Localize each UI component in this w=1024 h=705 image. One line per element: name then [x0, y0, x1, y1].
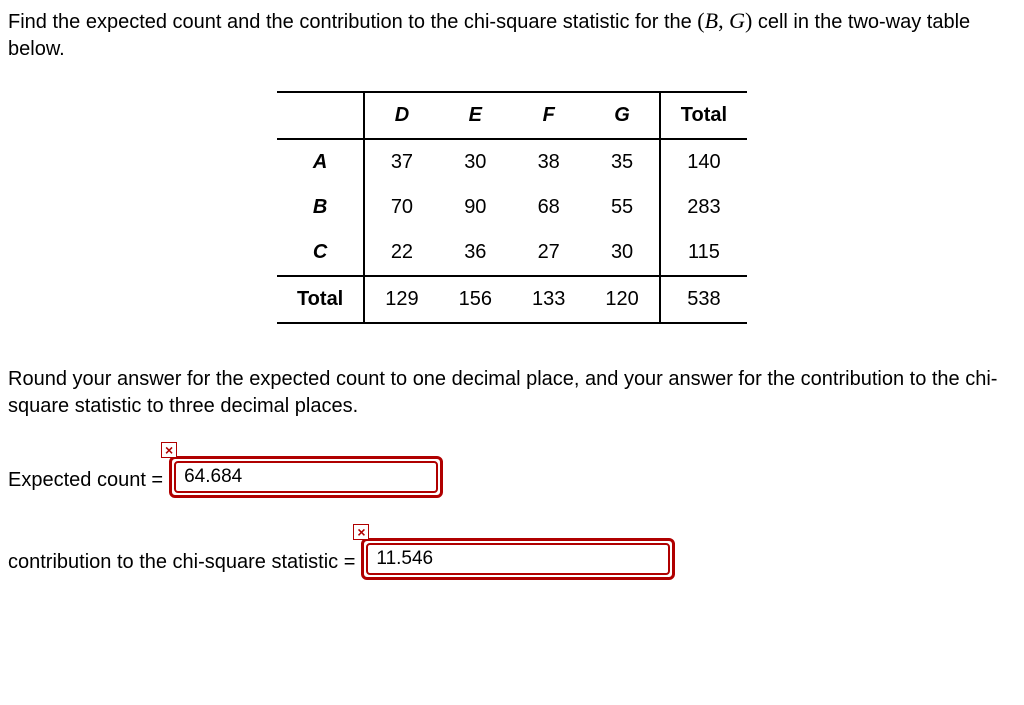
expected-count-label: Expected count = [8, 469, 163, 498]
col-header-F: F [512, 92, 585, 139]
col-header-total: Total [660, 92, 747, 139]
col-header-G: G [585, 92, 659, 139]
row-label-A: A [277, 139, 364, 185]
row-total: 115 [660, 230, 747, 276]
expected-count-row: Expected count = [8, 456, 1016, 498]
cell: 38 [512, 139, 585, 185]
cell: 70 [364, 185, 438, 230]
row-label-C: C [277, 230, 364, 276]
grand-total: 538 [660, 276, 747, 323]
cell: 30 [585, 230, 659, 276]
col-total: 156 [439, 276, 512, 323]
col-total: 129 [364, 276, 438, 323]
col-total: 120 [585, 276, 659, 323]
cell: 68 [512, 185, 585, 230]
cell-row-var: B [705, 8, 718, 33]
contribution-label: contribution to the chi-square statistic… [8, 551, 355, 580]
cell: 36 [439, 230, 512, 276]
question-prefix: Find the expected count and the contribu… [8, 11, 697, 33]
cell-col-var: G [729, 8, 745, 33]
table-row: B 70 90 68 55 283 [277, 185, 747, 230]
col-header-E: E [439, 92, 512, 139]
table-corner-blank [277, 92, 364, 139]
cell: 35 [585, 139, 659, 185]
table-row: C 22 36 27 30 115 [277, 230, 747, 276]
table-totals-row: Total 129 156 133 120 538 [277, 276, 747, 323]
incorrect-icon [161, 442, 177, 458]
row-total: 283 [660, 185, 747, 230]
cell: 30 [439, 139, 512, 185]
paren-open: ( [697, 8, 704, 33]
rounding-instructions: Round your answer for the expected count… [8, 366, 1016, 420]
col-header-D: D [364, 92, 438, 139]
cell: 22 [364, 230, 438, 276]
row-total: 140 [660, 139, 747, 185]
cell-sep: , [718, 8, 729, 33]
row-label-total: Total [277, 276, 364, 323]
contribution-input[interactable] [368, 545, 668, 573]
incorrect-icon [353, 524, 369, 540]
two-way-table: D E F G Total A 37 30 38 35 140 B 70 90 … [277, 91, 747, 324]
row-label-B: B [277, 185, 364, 230]
expected-count-input[interactable] [176, 463, 436, 491]
col-total: 133 [512, 276, 585, 323]
cell: 37 [364, 139, 438, 185]
contribution-row: contribution to the chi-square statistic… [8, 538, 1016, 580]
cell: 27 [512, 230, 585, 276]
cell: 90 [439, 185, 512, 230]
cell: 55 [585, 185, 659, 230]
question-text: Find the expected count and the contribu… [8, 6, 1016, 63]
table-row: A 37 30 38 35 140 [277, 139, 747, 185]
